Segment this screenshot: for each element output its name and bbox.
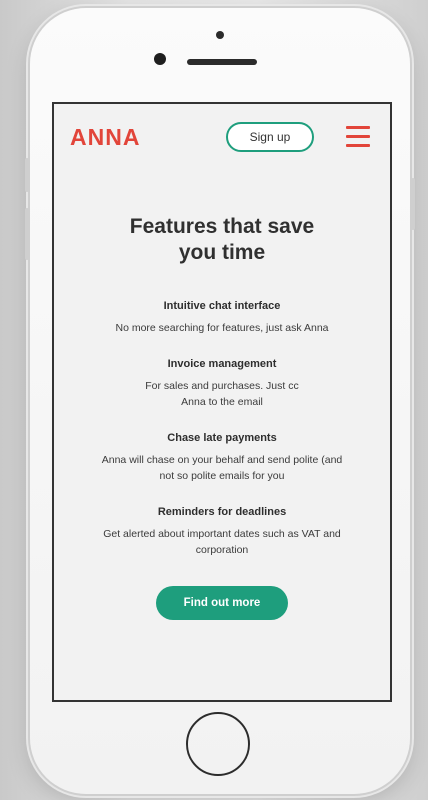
phone-screen: ANNA Sign up Features that save you time… [52,102,392,702]
feature-description: No more searching for features, just ask… [115,322,329,334]
side-button [25,208,29,260]
feature-description: Get alerted about important dates such a… [103,528,341,556]
feature-description: For sales and purchases. Just cc Anna to… [145,380,299,408]
proximity-sensor [216,31,224,39]
front-camera-icon [154,53,166,65]
side-button [25,158,29,192]
feature-heading: Intuitive chat interface [163,300,281,312]
find-out-more-button[interactable]: Find out more [156,586,288,620]
feature-item: Chase late payments Anna will chase on y… [54,432,390,484]
page-title: Features that save you time [129,215,315,264]
anna-logo[interactable]: ANNA [70,124,140,151]
site-header: ANNA Sign up [54,104,390,166]
feature-heading: Chase late payments [167,432,277,444]
feature-heading: Invoice management [167,358,277,370]
feature-item: Intuitive chat interface No more searchi… [54,300,390,336]
feature-description: Anna will chase on your behalf and send … [101,454,343,482]
side-button [411,178,415,230]
feature-heading: Reminders for deadlines [157,506,287,518]
features-section: Features that save you time Intuitive ch… [54,214,390,620]
feature-item: Invoice management For sales and purchas… [54,358,390,410]
earpiece-speaker [187,59,257,65]
feature-item: Reminders for deadlines Get alerted abou… [54,506,390,558]
sign-up-button[interactable]: Sign up [226,122,314,152]
hamburger-menu-icon[interactable] [346,126,370,148]
home-button[interactable] [186,712,250,776]
